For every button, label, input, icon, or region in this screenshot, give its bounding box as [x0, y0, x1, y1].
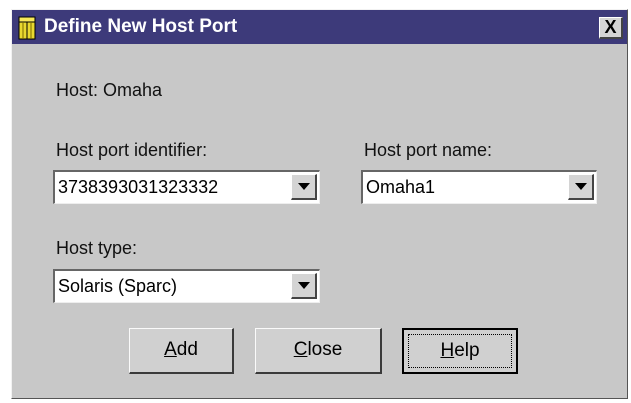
- help-button-mnemonic: H: [440, 340, 455, 361]
- host-type-dropdown-button[interactable]: [291, 273, 317, 299]
- host-type-combo[interactable]: Solaris (Sparc): [53, 269, 320, 303]
- add-button-label: dd: [176, 339, 198, 360]
- host-port-name-combo[interactable]: Omaha1: [361, 170, 597, 204]
- host-port-identifier-dropdown-button[interactable]: [291, 174, 317, 200]
- host-port-name-label: Host port name:: [364, 140, 493, 160]
- close-button-mnemonic: C: [293, 339, 308, 360]
- help-button[interactable]: Help: [402, 328, 518, 374]
- add-button-mnemonic: A: [164, 339, 177, 360]
- host-port-icon: [18, 16, 36, 40]
- dialog-title: Define New Host Port: [44, 16, 238, 37]
- close-icon: X: [604, 17, 617, 37]
- close-window-button[interactable]: X: [599, 17, 623, 39]
- host-type-value: Solaris (Sparc): [58, 276, 178, 296]
- chevron-down-icon: [298, 183, 310, 190]
- host-port-identifier-value: 3738393031323332: [58, 177, 219, 197]
- help-button-label: elp: [454, 340, 480, 361]
- host-type-label: Host type:: [56, 238, 138, 258]
- title-bar[interactable]: Define New Host Port X: [12, 10, 627, 44]
- close-button-label: lose: [307, 339, 343, 360]
- add-button[interactable]: Add: [129, 328, 234, 374]
- host-port-name-dropdown-button[interactable]: [568, 174, 594, 200]
- host-label: Host: Omaha: [56, 80, 163, 100]
- define-new-host-port-dialog: Define New Host Port X Host: Omaha Host …: [11, 9, 628, 399]
- host-port-identifier-combo[interactable]: 3738393031323332: [53, 170, 320, 204]
- host-port-identifier-label: Host port identifier:: [56, 140, 208, 160]
- host-port-name-value: Omaha1: [366, 177, 436, 197]
- chevron-down-icon: [298, 282, 310, 289]
- close-button[interactable]: Close: [255, 328, 382, 374]
- help-button-focus-ring: Help: [408, 334, 512, 368]
- chevron-down-icon: [575, 183, 587, 190]
